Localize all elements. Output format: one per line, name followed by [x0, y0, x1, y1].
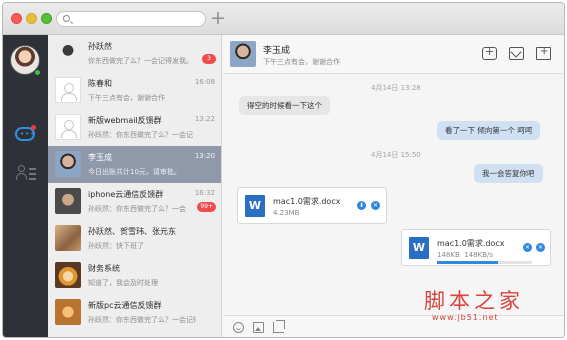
- word-file-icon: W: [409, 237, 429, 259]
- cancel-icon[interactable]: ✕: [536, 243, 545, 252]
- conversation-name: 孙跃然: [88, 42, 112, 51]
- conversation-preview: 孙跃然：你东西做完了么？一会记: [88, 131, 193, 139]
- conversation-preview: 孙跃然：你东西做完了么？一会: [88, 205, 186, 213]
- image-icon[interactable]: [253, 322, 264, 333]
- contacts-tab-icon[interactable]: [16, 164, 36, 182]
- message-timestamp: 4月14日 13:28: [371, 84, 421, 92]
- conversation-avatar: [55, 188, 81, 214]
- new-chat-button[interactable]: +: [210, 7, 226, 29]
- cancel-icon[interactable]: ✕: [371, 201, 380, 210]
- site-watermark: 脚本之家 www.jb51.net: [424, 285, 564, 322]
- conversation-time: 13:22: [194, 115, 215, 123]
- unread-badge: 99+: [197, 202, 216, 212]
- minimize-window-button[interactable]: [26, 13, 37, 24]
- emoji-icon[interactable]: [233, 322, 244, 333]
- conversation-avatar: [55, 262, 81, 288]
- conversation-preview: 知道了，我会及时处理: [88, 279, 158, 287]
- file-name: mac1.0需求.docx: [437, 239, 505, 248]
- upload-progress-fill: [437, 261, 498, 264]
- conversation-avatar: [55, 225, 81, 251]
- conversation-item[interactable]: iphone云通信反馈群 孙跃然：你东西做完了么？一会 16:32 99+: [48, 183, 221, 220]
- title-bar: +: [3, 3, 564, 35]
- conversation-preview: 今日出账共计10元，请审批。: [88, 168, 181, 176]
- message-outgoing: 看了一下 倾向第一个 呵呵: [437, 121, 541, 140]
- conversation-item[interactable]: 孙跃然、贺雪玮、张元东 孙跃然：快下班了: [48, 220, 221, 257]
- nav-rail: •••: [3, 35, 48, 337]
- file-size: 148KB 148KB/s: [437, 251, 493, 259]
- conversation-item[interactable]: 新版pc云通信反馈群 孙跃然：你东西做完了么？一会记得发我。明…: [48, 294, 221, 331]
- file-name: mac1.0需求.docx: [273, 197, 341, 206]
- file-message-incoming[interactable]: W mac1.0需求.docx 4.23MB ⬇ ✕: [237, 187, 387, 224]
- chat-tab-icon[interactable]: •••: [15, 125, 37, 143]
- unread-badge: 3: [202, 54, 216, 64]
- conversation-time: 16:08: [194, 78, 215, 86]
- conversation-avatar: [55, 151, 81, 177]
- conversation-item-selected[interactable]: 李玉成 今日出账共计10元，请审批。 13:20: [48, 146, 221, 183]
- conversation-name: 新版pc云通信反馈群: [88, 301, 162, 310]
- conversation-avatar: [55, 299, 81, 325]
- contact-avatar[interactable]: [230, 41, 256, 67]
- conversation-name: 新版webmail反馈群: [88, 116, 162, 125]
- conversation-avatar: [55, 114, 81, 140]
- watermark-brand: 脚本之家: [424, 289, 524, 313]
- chat-header: 李玉成 下午三点有会，谢谢合作: [223, 35, 564, 74]
- conversation-avatar: [55, 77, 81, 103]
- conversation-avatar: [55, 40, 81, 66]
- conversation-list: 孙跃然 你东西做完了么？一会记得发我。 3 陈春和 下午三点有会，谢谢合作 16…: [48, 35, 222, 337]
- mail-icon[interactable]: [509, 47, 524, 60]
- add-member-icon[interactable]: [482, 45, 497, 60]
- online-status-indicator: [34, 69, 41, 76]
- conversation-item[interactable]: 新版webmail反馈群 孙跃然：你东西做完了么？一会记 13:22: [48, 109, 221, 146]
- conversation-preview: 下午三点有会，谢谢合作: [88, 94, 165, 102]
- conversation-item[interactable]: 陈春和 下午三点有会，谢谢合作 16:08: [48, 72, 221, 109]
- upload-progress-bar: [437, 261, 532, 264]
- conversation-name: 陈春和: [88, 79, 112, 88]
- chat-subtitle: 下午三点有会，谢谢合作: [263, 58, 340, 66]
- download-icon[interactable]: ⬇: [357, 201, 366, 210]
- conversation-time: 16:32: [194, 189, 215, 197]
- conversation-name: 财务系统: [88, 264, 120, 273]
- message-timestamp: 4月14日 15:50: [371, 151, 421, 159]
- file-size: 4.23MB: [273, 209, 300, 217]
- search-input[interactable]: [56, 11, 206, 27]
- zoom-window-button[interactable]: [41, 13, 52, 24]
- conversation-name: 李玉成: [88, 153, 112, 162]
- conversation-preview: 孙跃然：快下班了: [88, 242, 144, 250]
- conversation-item[interactable]: 财务系统 知道了，我会及时处理: [48, 257, 221, 294]
- transfer-speed: 148KB/s: [464, 251, 493, 259]
- conversation-item[interactable]: 孙跃然 你东西做完了么？一会记得发我。 3: [48, 35, 221, 72]
- chat-tab-badge: [31, 125, 36, 130]
- conversation-time: 13:20: [194, 152, 215, 160]
- add-folder-icon[interactable]: [536, 46, 551, 60]
- close-window-button[interactable]: [11, 13, 22, 24]
- pause-icon[interactable]: ✕: [523, 243, 532, 252]
- file-message-outgoing[interactable]: W mac1.0需求.docx 148KB 148KB/s ✕ ✕: [401, 229, 551, 266]
- message-incoming: 得空的时候看一下这个: [239, 96, 330, 115]
- screenshot-crop-icon[interactable]: [273, 320, 285, 333]
- conversation-preview: 你东西做完了么？一会记得发我。: [88, 57, 193, 65]
- watermark-url: www.jb51.net: [432, 313, 499, 322]
- conversation-preview: 孙跃然：你东西做完了么？一会记得发我。明…: [88, 316, 196, 324]
- search-icon: [63, 15, 70, 22]
- message-outgoing: 我一会答复你吧: [474, 164, 543, 183]
- conversation-name: 孙跃然、贺雪玮、张元东: [88, 227, 176, 236]
- chat-title: 李玉成: [263, 46, 291, 56]
- conversation-name: iphone云通信反馈群: [88, 190, 164, 199]
- word-file-icon: W: [245, 195, 265, 217]
